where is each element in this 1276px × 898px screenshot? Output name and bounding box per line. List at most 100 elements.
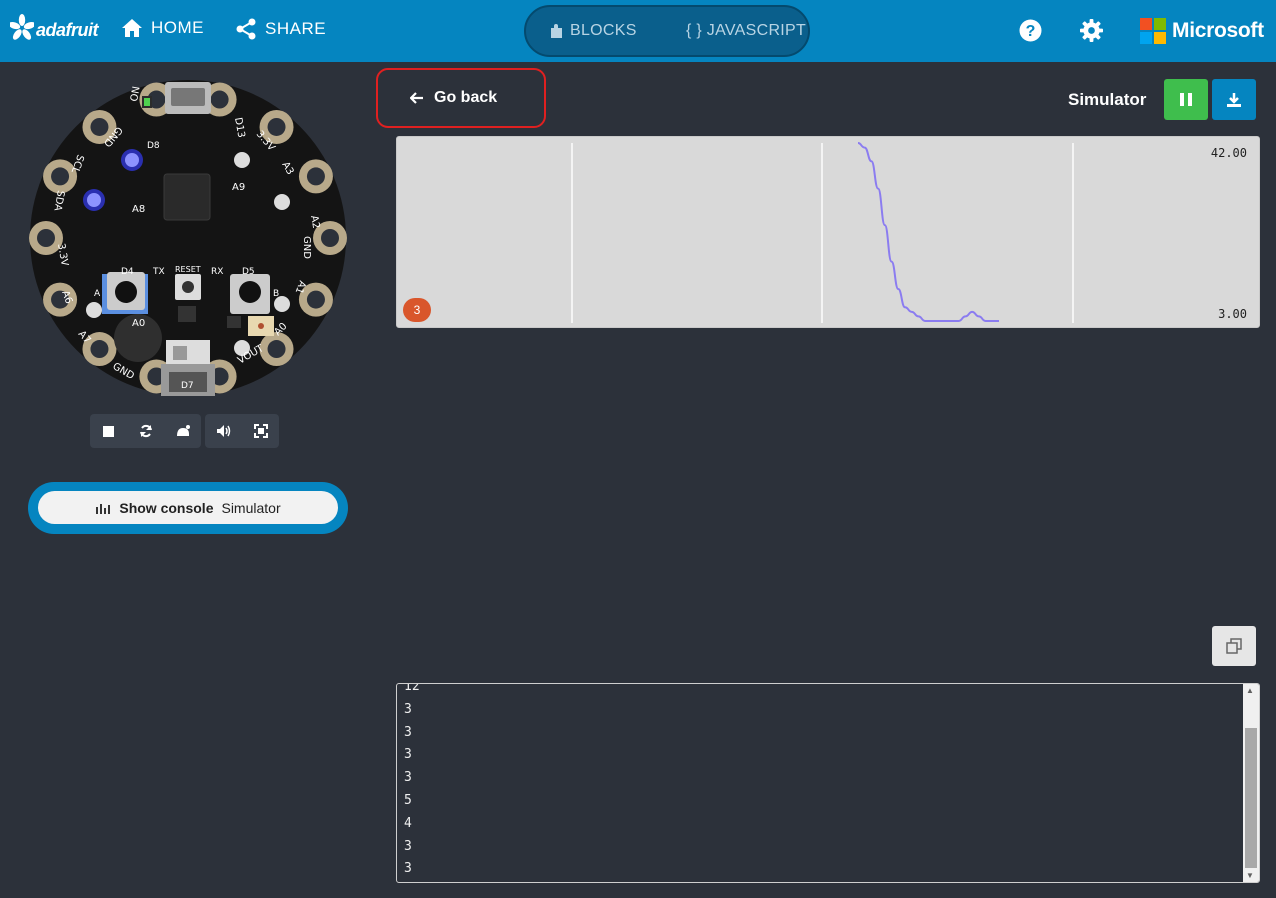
microsoft-squares-icon <box>1140 18 1166 44</box>
show-console-wrapper: Show console Simulator <box>28 482 348 534</box>
svg-text:A9: A9 <box>232 182 245 193</box>
console-line: 4 <box>404 815 412 831</box>
series-count-badge: 3 <box>403 298 431 322</box>
brand-text: adafruit <box>36 20 99 40</box>
board-pad-hole <box>321 229 339 247</box>
go-back-label: Go back <box>434 89 498 106</box>
editor-toggle: BLOCKS { } JAVASCRIPT <box>524 5 810 57</box>
show-console-button[interactable]: Show console Simulator <box>38 491 338 524</box>
microsoft-logo[interactable]: Microsoft <box>1140 18 1264 44</box>
gear-icon <box>1080 19 1103 42</box>
console-line: 3 <box>404 838 412 854</box>
scroll-down-icon[interactable]: ▼ <box>1246 871 1254 880</box>
svg-text:D7: D7 <box>181 381 194 391</box>
help-button[interactable]: ? <box>1019 19 1042 47</box>
slow-mo-icon <box>176 425 190 436</box>
microsoft-label: Microsoft <box>1172 19 1264 42</box>
pause-button[interactable] <box>1164 79 1208 120</box>
pause-icon <box>1180 93 1192 106</box>
bar-chart-icon <box>96 503 111 514</box>
scroll-thumb[interactable] <box>1245 728 1257 868</box>
board-pad-hole <box>267 340 286 359</box>
board-pad-hole <box>90 340 109 359</box>
javascript-label: { } JAVASCRIPT <box>686 22 807 39</box>
board-pad-hole <box>210 90 229 109</box>
adafruit-flower-icon <box>10 14 34 40</box>
chart-min-label: 3.00 <box>1218 307 1247 321</box>
console-line: 3 <box>404 770 412 786</box>
home-icon <box>122 19 142 37</box>
console-line: 3 <box>404 724 412 740</box>
series-line <box>857 142 999 322</box>
svg-text:A8: A8 <box>132 204 145 215</box>
circuit-playground-board[interactable]: D13 ON D8 A9 A8 D4 D5 TX RX RESET A0 D7 … <box>28 78 348 403</box>
restart-icon <box>139 424 152 438</box>
chart-max-label: 42.00 <box>1210 146 1247 160</box>
svg-text:GND: GND <box>301 236 312 259</box>
view-controls <box>205 414 279 448</box>
download-button[interactable] <box>1212 79 1256 120</box>
download-icon <box>1227 92 1241 107</box>
show-console-sublabel: Simulator <box>221 499 281 516</box>
svg-text:B: B <box>273 289 279 299</box>
simulator-controls <box>90 414 279 448</box>
console-line: 3 <box>404 701 412 717</box>
svg-text:D8: D8 <box>147 141 160 151</box>
go-back-button[interactable]: Go back <box>376 68 546 128</box>
board-pad-hole <box>306 290 325 309</box>
svg-text:A: A <box>94 289 101 299</box>
copy-icon <box>1226 638 1242 654</box>
svg-text:A0: A0 <box>132 318 145 329</box>
svg-text:RESET: RESET <box>175 265 201 274</box>
restart-button[interactable] <box>127 414 164 448</box>
svg-text:D5: D5 <box>242 267 255 277</box>
console-line: 12 <box>404 683 420 694</box>
share-button[interactable]: SHARE <box>235 18 326 40</box>
puzzle-icon <box>551 23 562 38</box>
blocks-label: BLOCKS <box>570 22 637 39</box>
share-icon <box>236 18 256 40</box>
board-pad-hole <box>37 229 55 247</box>
copy-button[interactable] <box>1212 626 1256 666</box>
stop-button[interactable] <box>90 414 127 448</box>
playback-controls <box>90 414 201 448</box>
chart-svg <box>571 142 1074 323</box>
board-pad-hole <box>51 167 70 186</box>
show-console-label: Show console <box>119 499 214 516</box>
mute-button[interactable] <box>205 414 242 448</box>
header-bar: adafruit HOME SHARE BLOCKS { } JAVASCRIP… <box>0 0 1276 62</box>
simulator-panel: D13 ON D8 A9 A8 D4 D5 TX RX RESET A0 D7 … <box>0 62 380 898</box>
share-label: SHARE <box>265 19 327 38</box>
board-pad-hole <box>306 167 325 186</box>
simulator-title: Simulator <box>1068 90 1147 109</box>
fullscreen-icon <box>253 424 268 438</box>
svg-text:?: ? <box>1026 23 1036 40</box>
home-button[interactable]: HOME <box>121 18 204 38</box>
home-label: HOME <box>151 18 204 37</box>
arrow-left-icon <box>410 92 423 104</box>
board-graphic: D13 ON D8 A9 A8 D4 D5 TX RX RESET A0 D7 … <box>29 80 347 396</box>
console-scrollbar[interactable]: ▲ ▼ <box>1243 684 1259 882</box>
blocks-tab[interactable]: BLOCKS <box>550 22 637 40</box>
stop-icon <box>103 425 114 437</box>
mute-icon <box>216 425 230 437</box>
settings-button[interactable] <box>1080 19 1103 47</box>
console-line: 5 <box>404 792 412 808</box>
help-icon: ? <box>1019 19 1042 42</box>
data-chart: 42.00 3.00 3 <box>396 136 1260 328</box>
scroll-up-icon[interactable]: ▲ <box>1246 686 1254 695</box>
console-output[interactable]: 12 3 3 3 3 5 4 3 3 ▲ ▼ <box>396 683 1260 883</box>
console-line: 3 <box>404 747 412 763</box>
svg-text:RX: RX <box>211 267 223 277</box>
svg-text:A2: A2 <box>308 215 321 230</box>
board-pad-hole <box>267 117 286 136</box>
board-pad-hole <box>90 117 109 136</box>
console-line: 3 <box>404 861 412 877</box>
svg-text:D4: D4 <box>121 267 134 277</box>
console-lines: 12 3 3 3 3 5 4 3 3 <box>404 683 420 881</box>
javascript-tab[interactable]: { } JAVASCRIPT <box>686 22 806 40</box>
adafruit-logo[interactable]: adafruit <box>10 14 99 40</box>
slow-mo-button[interactable] <box>164 414 201 448</box>
fullscreen-button[interactable] <box>242 414 279 448</box>
svg-text:TX: TX <box>152 267 165 277</box>
